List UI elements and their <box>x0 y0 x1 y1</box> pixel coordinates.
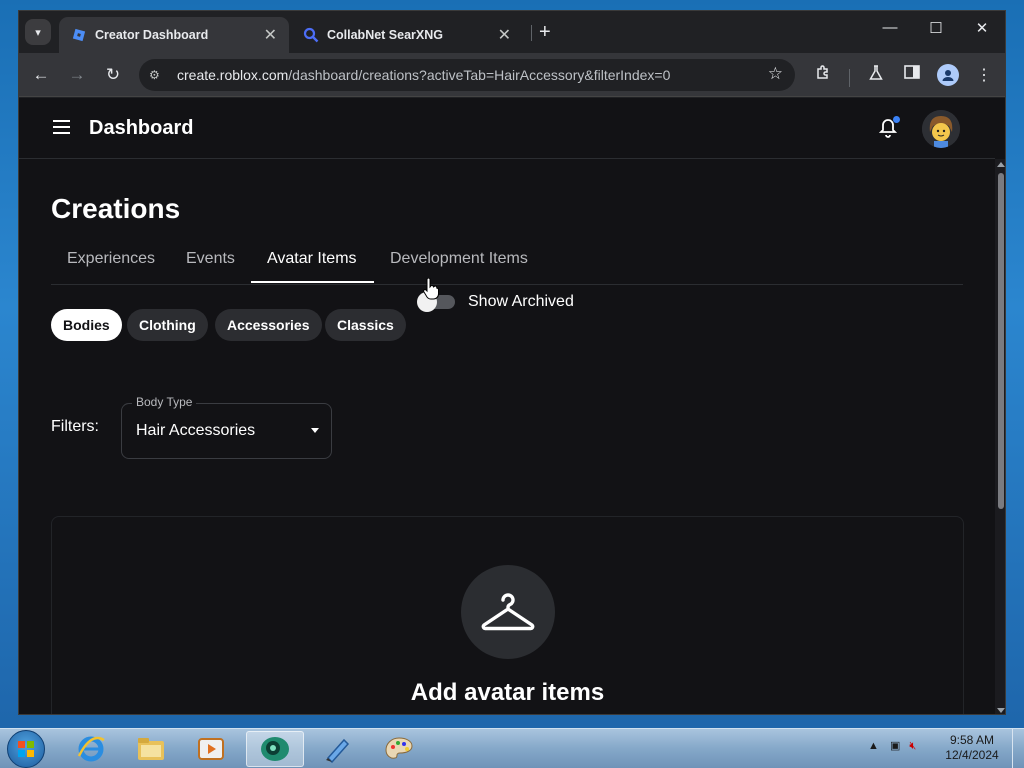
url-text: create.roblox.com/dashboard/creations?ac… <box>177 67 671 83</box>
browser-toolbar: ← → ↻ ⚙ create.roblox.com/dashboard/crea… <box>19 53 1005 97</box>
forward-icon[interactable]: → <box>65 63 89 87</box>
main-content: Creations Experiences Events Avatar Item… <box>19 160 995 714</box>
active-app-icon[interactable] <box>246 731 304 767</box>
scroll-up-icon[interactable] <box>997 162 1005 167</box>
browser-tab-creator-dashboard[interactable]: Creator Dashboard ✕ <box>59 17 289 53</box>
select-legend: Body Type <box>132 395 197 409</box>
system-tray: ▲ ▣ 🔇︎ <box>868 739 916 753</box>
tab-development-items[interactable]: Development Items <box>390 250 528 268</box>
chip-bodies[interactable]: Bodies <box>51 309 122 341</box>
browser-tab-title: Creator Dashboard <box>95 28 209 42</box>
close-tab-icon[interactable]: ✕ <box>264 25 277 45</box>
minimize-icon[interactable]: — <box>867 19 913 36</box>
body-type-select[interactable]: Body Type Hair Accessories <box>121 395 332 459</box>
app-header: Dashboard <box>19 98 995 159</box>
pen-tool-icon[interactable] <box>308 731 366 767</box>
network-icon[interactable]: ▣ <box>890 740 900 752</box>
tab-avatar-items[interactable]: Avatar Items <box>267 250 357 268</box>
tab-events[interactable]: Events <box>186 250 235 268</box>
menu-kebab-icon[interactable]: ⋮ <box>973 65 995 85</box>
select-value: Hair Accessories <box>136 422 256 439</box>
filters-label: Filters: <box>51 418 99 435</box>
media-player-icon[interactable] <box>182 731 240 767</box>
user-avatar[interactable] <box>922 110 960 148</box>
roblox-icon <box>71 27 87 43</box>
reload-icon[interactable]: ↻ <box>101 63 125 87</box>
creations-tabs: Experiences Events Avatar Items Developm… <box>51 240 963 285</box>
hanger-icon <box>461 565 555 659</box>
notification-dot <box>893 116 900 123</box>
browser-tab-searxng[interactable]: CollabNet SearXNG ✕ <box>291 17 523 53</box>
show-desktop-button[interactable] <box>1012 729 1024 768</box>
toolbar-divider <box>849 69 850 87</box>
side-panel-icon[interactable] <box>901 65 923 84</box>
scroll-thumb[interactable] <box>998 173 1004 509</box>
browser-tab-title: CollabNet SearXNG <box>327 28 444 42</box>
search-icon <box>303 27 319 43</box>
tray-expand-icon[interactable]: ▲ <box>868 740 879 752</box>
maximize-icon[interactable]: ☐ <box>913 19 959 37</box>
extensions-icon[interactable] <box>812 65 834 86</box>
browser-window: ▾ Creator Dashboard ✕ CollabNet SearXNG … <box>18 10 1006 715</box>
address-bar[interactable]: ⚙ create.roblox.com/dashboard/creations?… <box>139 59 795 91</box>
profile-icon[interactable] <box>937 64 959 86</box>
page-title: Creations <box>51 193 181 224</box>
hand-cursor-icon <box>423 277 439 305</box>
chip-clothing[interactable]: Clothing <box>127 309 208 341</box>
tab-search-button[interactable]: ▾ <box>25 19 51 45</box>
windows-taskbar: ▲ ▣ 🔇︎ 9:58 AM 12/4/2024 <box>0 728 1024 768</box>
file-explorer-icon[interactable] <box>122 731 180 767</box>
tab-divider <box>531 25 532 41</box>
paint-palette-icon[interactable] <box>370 731 428 767</box>
chevron-down-icon: ▾ <box>35 26 41 39</box>
page-viewport: Dashboard Creations Experiences Events A… <box>19 98 1005 714</box>
tab-experiences[interactable]: Experiences <box>67 250 155 268</box>
page-scrollbar[interactable] <box>995 159 1005 714</box>
empty-state-panel: Add avatar items <box>51 516 964 714</box>
new-tab-button[interactable]: + <box>539 21 551 44</box>
internet-explorer-icon[interactable] <box>62 731 120 767</box>
system-clock[interactable]: 9:58 AM 12/4/2024 <box>940 733 1004 763</box>
empty-state-title: Add avatar items <box>410 679 605 706</box>
tab-strip: ▾ Creator Dashboard ✕ CollabNet SearXNG … <box>19 11 1005 53</box>
show-archived-label: Show Archived <box>468 293 574 310</box>
chip-accessories[interactable]: Accessories <box>215 309 322 341</box>
clock-date: 12/4/2024 <box>945 748 999 762</box>
dropdown-arrow-icon <box>311 428 319 433</box>
notifications-bell-icon[interactable] <box>878 116 900 143</box>
close-tab-icon[interactable]: ✕ <box>498 25 511 45</box>
close-window-icon[interactable]: ✕ <box>959 19 1005 37</box>
back-icon[interactable]: ← <box>29 63 53 87</box>
chip-classics[interactable]: Classics <box>325 309 406 341</box>
hamburger-menu-icon[interactable] <box>53 120 70 138</box>
site-info-icon[interactable]: ⚙ <box>149 68 169 82</box>
scroll-down-icon[interactable] <box>997 708 1005 713</box>
volume-muted-icon[interactable]: 🔇︎ <box>909 740 916 752</box>
bookmark-star-icon[interactable]: ☆ <box>768 64 783 84</box>
labs-flask-icon[interactable] <box>865 65 887 86</box>
start-button[interactable] <box>7 730 45 768</box>
active-tab-indicator <box>251 281 374 283</box>
clock-time: 9:58 AM <box>949 733 995 747</box>
app-title: Dashboard <box>89 117 194 139</box>
